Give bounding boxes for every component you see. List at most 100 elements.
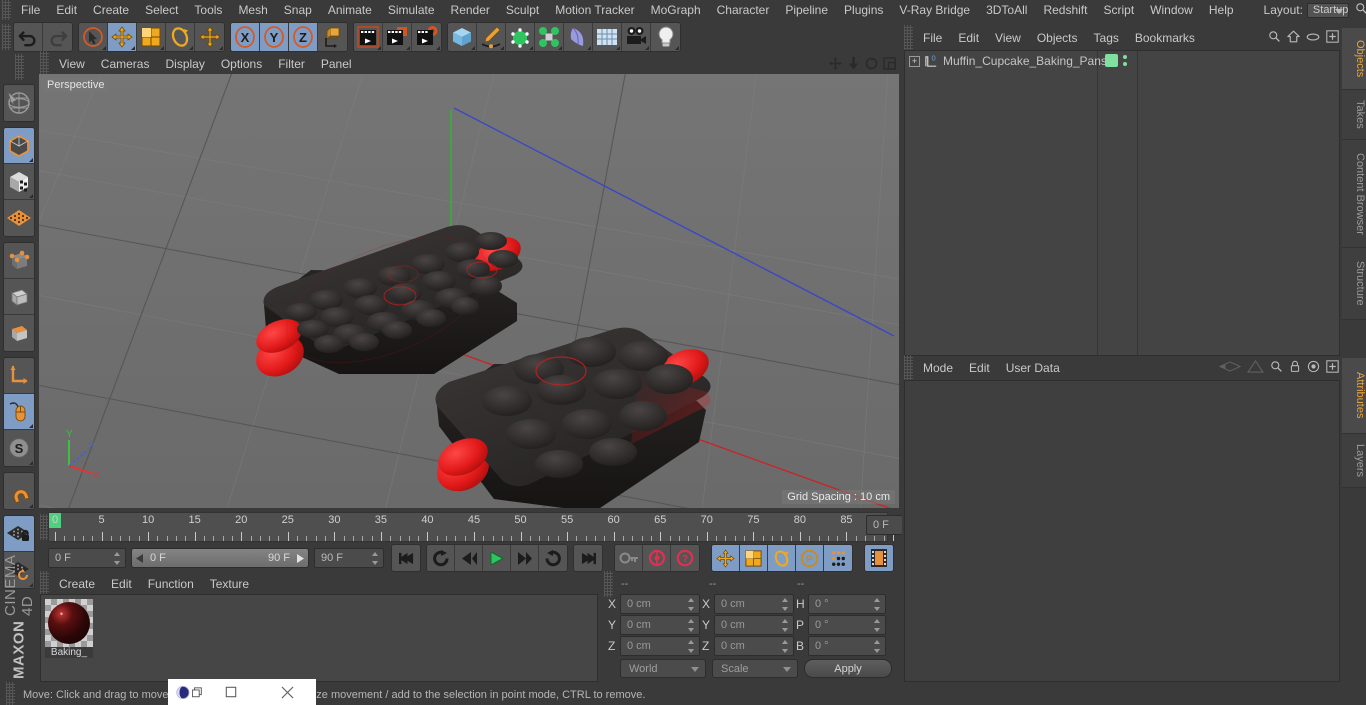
pos-y-field[interactable]: 0 cm <box>620 615 700 635</box>
fit-icon[interactable] <box>1326 360 1339 376</box>
rotate-icon[interactable] <box>166 23 195 51</box>
workplane-lock-icon[interactable] <box>4 516 34 552</box>
menu-motion-tracker[interactable]: Motion Tracker <box>547 0 642 20</box>
go-to-end-icon[interactable] <box>574 545 602 571</box>
menu-plugins[interactable]: Plugins <box>836 0 891 20</box>
menu-render[interactable]: Render <box>443 0 498 20</box>
maximize-viewport-icon[interactable] <box>882 56 896 71</box>
viewport-solo-icon[interactable] <box>4 394 34 430</box>
move-icon[interactable] <box>108 23 137 51</box>
tab-layers[interactable]: Layers <box>1342 434 1366 488</box>
max-frame-field[interactable]: 90 F <box>314 548 384 568</box>
menu-edit[interactable]: Edit <box>48 0 85 20</box>
stepper-icon[interactable] <box>874 598 881 611</box>
workplane-mode-icon[interactable] <box>4 200 34 236</box>
attributes-menu-user-data[interactable]: User Data <box>998 358 1068 378</box>
tab-attributes[interactable]: Attributes <box>1342 358 1366 434</box>
mograph-array-icon[interactable] <box>535 23 564 51</box>
menu-vray-bridge[interactable]: V-Ray Bridge <box>891 0 978 20</box>
target-icon[interactable] <box>1307 360 1320 376</box>
tab-content-browser[interactable]: Content Browser <box>1342 140 1366 248</box>
material-menu-texture[interactable]: Texture <box>202 574 257 594</box>
deformer-bend-icon[interactable] <box>564 23 593 51</box>
size-x-field[interactable]: 0 cm <box>714 594 794 614</box>
play-icon[interactable] <box>483 545 511 571</box>
tag-dots-icon[interactable] <box>1123 55 1127 66</box>
nurbs-icon[interactable] <box>506 23 535 51</box>
object-menu-view[interactable]: View <box>987 28 1029 48</box>
rot-p-field[interactable]: 0 ° <box>808 615 886 635</box>
arrow-right-icon[interactable] <box>1247 359 1264 376</box>
menu-redshift[interactable]: Redshift <box>1035 0 1095 20</box>
render-picture-viewer-icon[interactable] <box>383 23 412 51</box>
rot-h-field[interactable]: 0 ° <box>808 594 886 614</box>
attributes-content[interactable] <box>904 380 1340 682</box>
menu-sculpt[interactable]: Sculpt <box>498 0 547 20</box>
home-icon[interactable] <box>1287 30 1300 46</box>
menu-snap[interactable]: Snap <box>276 0 320 20</box>
menu-mesh[interactable]: Mesh <box>230 0 275 20</box>
edges-mode-icon[interactable] <box>4 279 34 315</box>
arrow-left-icon[interactable] <box>1218 360 1242 376</box>
close-window-button[interactable] <box>259 686 316 699</box>
stepper-icon[interactable] <box>114 552 121 565</box>
viewport-menu-filter[interactable]: Filter <box>270 54 313 74</box>
viewport-menu-panel[interactable]: Panel <box>313 54 360 74</box>
go-to-start-icon[interactable] <box>392 545 420 571</box>
menu-script[interactable]: Script <box>1095 0 1142 20</box>
zoom-icon[interactable] <box>846 56 860 71</box>
menu-select[interactable]: Select <box>137 0 186 20</box>
scale-icon[interactable] <box>137 23 166 51</box>
tab-takes[interactable]: Takes <box>1342 90 1366 140</box>
stepper-icon[interactable] <box>874 640 881 653</box>
undo-icon[interactable] <box>14 23 43 51</box>
stepper-icon[interactable] <box>782 619 789 632</box>
z-axis-icon[interactable]: Z <box>289 23 318 51</box>
tab-objects[interactable]: Objects <box>1342 28 1366 90</box>
stepper-icon[interactable] <box>688 598 695 611</box>
object-tree[interactable]: + 0 Muffin_Cupcake_Baking_Pans <box>904 50 1340 356</box>
menu-window[interactable]: Window <box>1142 0 1201 20</box>
cube-primitive-icon[interactable] <box>448 23 477 51</box>
x-axis-icon[interactable]: X <box>231 23 260 51</box>
select-live-icon[interactable] <box>79 23 108 51</box>
light-icon[interactable] <box>651 23 680 51</box>
make-editable-icon[interactable] <box>4 85 34 121</box>
pos-x-field[interactable]: 0 cm <box>620 594 700 614</box>
scale-key-icon[interactable] <box>740 545 768 571</box>
ellipse-icon[interactable] <box>1306 31 1320 45</box>
attributes-menu-mode[interactable]: Mode <box>915 358 961 378</box>
object-menu-objects[interactable]: Objects <box>1029 28 1086 48</box>
polygons-mode-icon[interactable] <box>4 315 34 351</box>
timeline-filmstrip-icon[interactable] <box>865 545 893 571</box>
step-forward-icon[interactable] <box>511 545 539 571</box>
spline-pen-icon[interactable] <box>477 23 506 51</box>
render-view-icon[interactable] <box>354 23 383 51</box>
param-key-icon[interactable]: P <box>796 545 824 571</box>
viewport-menu-options[interactable]: Options <box>213 54 270 74</box>
menu-file[interactable]: File <box>13 0 48 20</box>
viewport-menu-cameras[interactable]: Cameras <box>93 54 158 74</box>
tab-structure[interactable]: Structure <box>1342 248 1366 320</box>
menu-simulate[interactable]: Simulate <box>380 0 443 20</box>
rotation-key-icon[interactable] <box>768 545 796 571</box>
maximize-window-button[interactable] <box>202 686 259 698</box>
current-frame-field[interactable]: 0 F <box>48 548 126 568</box>
menu-help[interactable]: Help <box>1201 0 1242 20</box>
viewport-menu-display[interactable]: Display <box>157 54 212 74</box>
expand-toggle-icon[interactable]: + <box>909 55 920 67</box>
play-loop-icon[interactable] <box>539 545 567 571</box>
coordinate-mode-dropdown[interactable]: Scale <box>712 659 798 678</box>
rotate-icon[interactable] <box>864 56 878 71</box>
record-key-icon[interactable] <box>643 545 671 571</box>
coordinate-system-dropdown[interactable]: World <box>620 659 706 678</box>
stepper-icon[interactable] <box>782 640 789 653</box>
search-icon[interactable] <box>1270 360 1283 376</box>
menu-tools[interactable]: Tools <box>186 0 230 20</box>
menu-mograph[interactable]: MoGraph <box>643 0 709 20</box>
autokey-icon[interactable] <box>615 545 643 571</box>
y-axis-icon[interactable]: Y <box>260 23 289 51</box>
stepper-icon[interactable] <box>688 640 695 653</box>
apply-button[interactable]: Apply <box>804 659 892 678</box>
stepper-icon[interactable] <box>782 598 789 611</box>
